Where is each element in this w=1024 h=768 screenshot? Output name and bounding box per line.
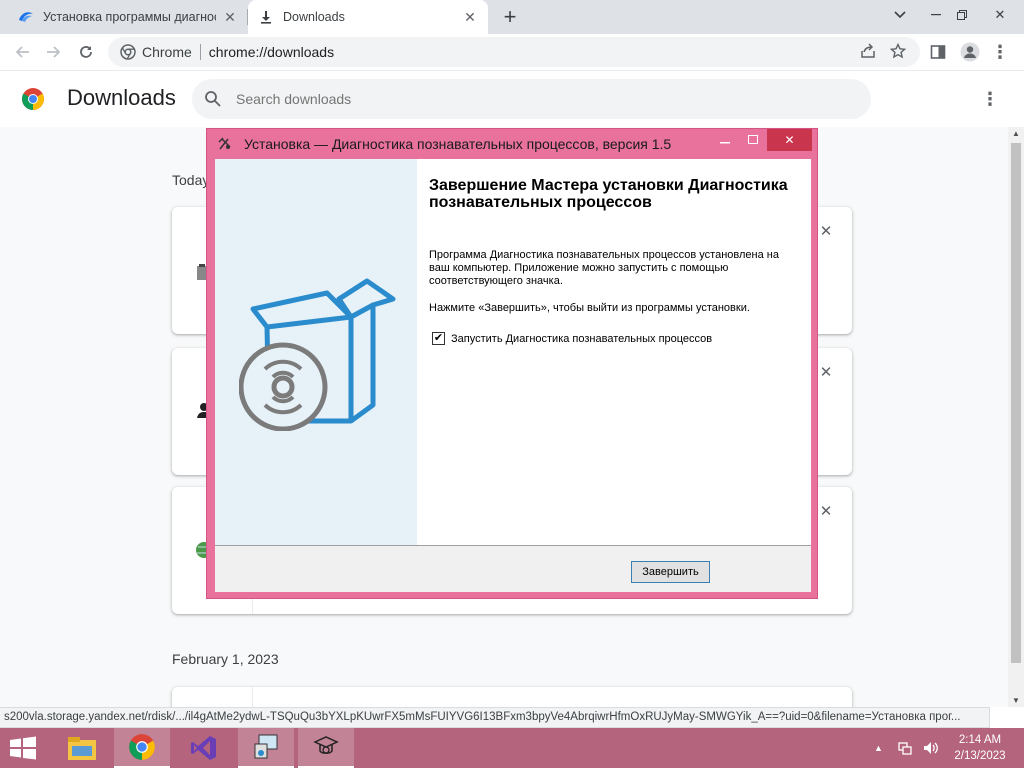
chevron-down-icon[interactable] (884, 0, 916, 30)
dialog-minimize-icon[interactable] (712, 129, 738, 151)
page-title: Downloads (67, 85, 176, 110)
tab-title: Downloads (283, 10, 345, 24)
installer-app-icon (218, 137, 231, 150)
chrome-site-icon (120, 44, 136, 60)
wizard-footer: Завершить (215, 545, 811, 592)
bookmark-star-icon[interactable] (884, 37, 912, 65)
dialog-close-icon[interactable]: ✕ (767, 129, 812, 151)
yandex-disk-icon (18, 9, 34, 25)
close-tab-icon[interactable]: ✕ (462, 9, 478, 25)
search-downloads-box[interactable] (192, 79, 871, 119)
search-input[interactable] (236, 91, 736, 107)
dialog-body: Завершение Мастера установки Диагностика… (215, 159, 811, 592)
vertical-scrollbar[interactable]: ▲ ▼ (1008, 127, 1024, 707)
download-icon (258, 9, 274, 25)
close-window-icon[interactable]: ✕ (984, 0, 1016, 30)
status-url-bar: s200vla.storage.yandex.net/rdisk/.../il4… (0, 707, 990, 728)
remove-download-icon[interactable]: ✕ (818, 223, 834, 240)
clock-time: 2:14 AM (958, 734, 1002, 746)
restore-icon[interactable] (946, 0, 978, 30)
reload-button[interactable] (72, 38, 100, 66)
tray-overflow-icon[interactable]: ▲ (874, 728, 883, 768)
date-group-label: February 1, 2023 (172, 651, 279, 667)
scroll-down-icon[interactable]: ▼ (1012, 696, 1020, 705)
wizard-side-panel (215, 159, 417, 545)
toolbar: Chrome chrome://downloads ⋮ (0, 34, 1024, 71)
launch-checkbox-row[interactable]: ✔ Запустить Диагностика познавательных п… (432, 332, 712, 345)
tab-downloads[interactable]: Downloads ✕ (248, 0, 488, 34)
site-label: Chrome (142, 44, 192, 60)
system-clock[interactable]: 2:14 AM 2/13/2023 (950, 732, 1010, 764)
software-box-icon (239, 278, 396, 431)
remove-download-icon[interactable]: ✕ (818, 364, 834, 381)
launch-checkbox[interactable]: ✔ (432, 332, 445, 345)
installer-taskbar-icon[interactable] (238, 728, 294, 768)
omnibox-divider (199, 44, 201, 60)
dialog-titlebar[interactable]: Установка — Диагностика познавательных п… (207, 129, 817, 159)
chrome-taskbar-icon[interactable] (114, 728, 170, 768)
dialog-title: Установка — Диагностика познавательных п… (244, 136, 672, 152)
network-icon[interactable] (898, 728, 914, 768)
finish-button[interactable]: Завершить (631, 561, 710, 583)
scroll-up-icon[interactable]: ▲ (1012, 129, 1020, 138)
graduate-app-icon[interactable] (298, 728, 354, 768)
scrollbar-thumb[interactable] (1011, 143, 1021, 663)
chrome-menu-icon[interactable]: ⋮ (986, 38, 1014, 66)
close-tab-icon[interactable]: ✕ (222, 9, 238, 25)
installer-dialog: Установка — Диагностика познавательных п… (206, 128, 818, 599)
url-text: chrome://downloads (208, 44, 335, 60)
chrome-logo-icon (22, 88, 44, 110)
date-group-label: Today (172, 172, 210, 188)
forward-button[interactable] (40, 38, 68, 66)
downloads-header: Downloads ⋮ (0, 71, 1008, 127)
back-button[interactable] (8, 38, 36, 66)
windows-start-icon[interactable] (8, 736, 38, 760)
tab-strip: Установка программы диагност ✕ Downloads… (0, 0, 1024, 34)
address-bar[interactable]: Chrome chrome://downloads (108, 37, 920, 67)
profile-avatar-icon[interactable] (956, 38, 984, 66)
wizard-main-panel: Завершение Мастера установки Диагностика… (417, 159, 811, 545)
side-panel-icon[interactable] (924, 38, 952, 66)
search-icon (205, 91, 221, 107)
more-options-icon[interactable]: ⋮ (980, 87, 1000, 111)
new-tab-button[interactable]: + (498, 4, 522, 29)
launch-checkbox-label: Запустить Диагностика познавательных про… (451, 332, 713, 345)
visual-studio-icon[interactable] (176, 728, 232, 768)
tab-title: Установка программы диагност (43, 10, 216, 24)
remove-download-icon[interactable]: ✕ (818, 503, 834, 520)
tab-installer[interactable]: Установка программы диагност ✕ (8, 0, 248, 34)
clock-date: 2/13/2023 (954, 750, 1006, 762)
taskbar: ▲ 2:14 AM 2/13/2023 (0, 728, 1024, 768)
dialog-maximize-icon[interactable] (740, 129, 766, 151)
volume-icon[interactable] (922, 728, 940, 768)
share-icon[interactable] (854, 37, 882, 65)
wizard-heading: Завершение Мастера установки Диагностика… (429, 177, 788, 211)
file-explorer-icon[interactable] (54, 728, 110, 768)
wizard-instruction: Нажмите «Завершить», чтобы выйти из прог… (429, 302, 750, 314)
wizard-description: Программа Диагностика познавательных про… (429, 249, 779, 287)
